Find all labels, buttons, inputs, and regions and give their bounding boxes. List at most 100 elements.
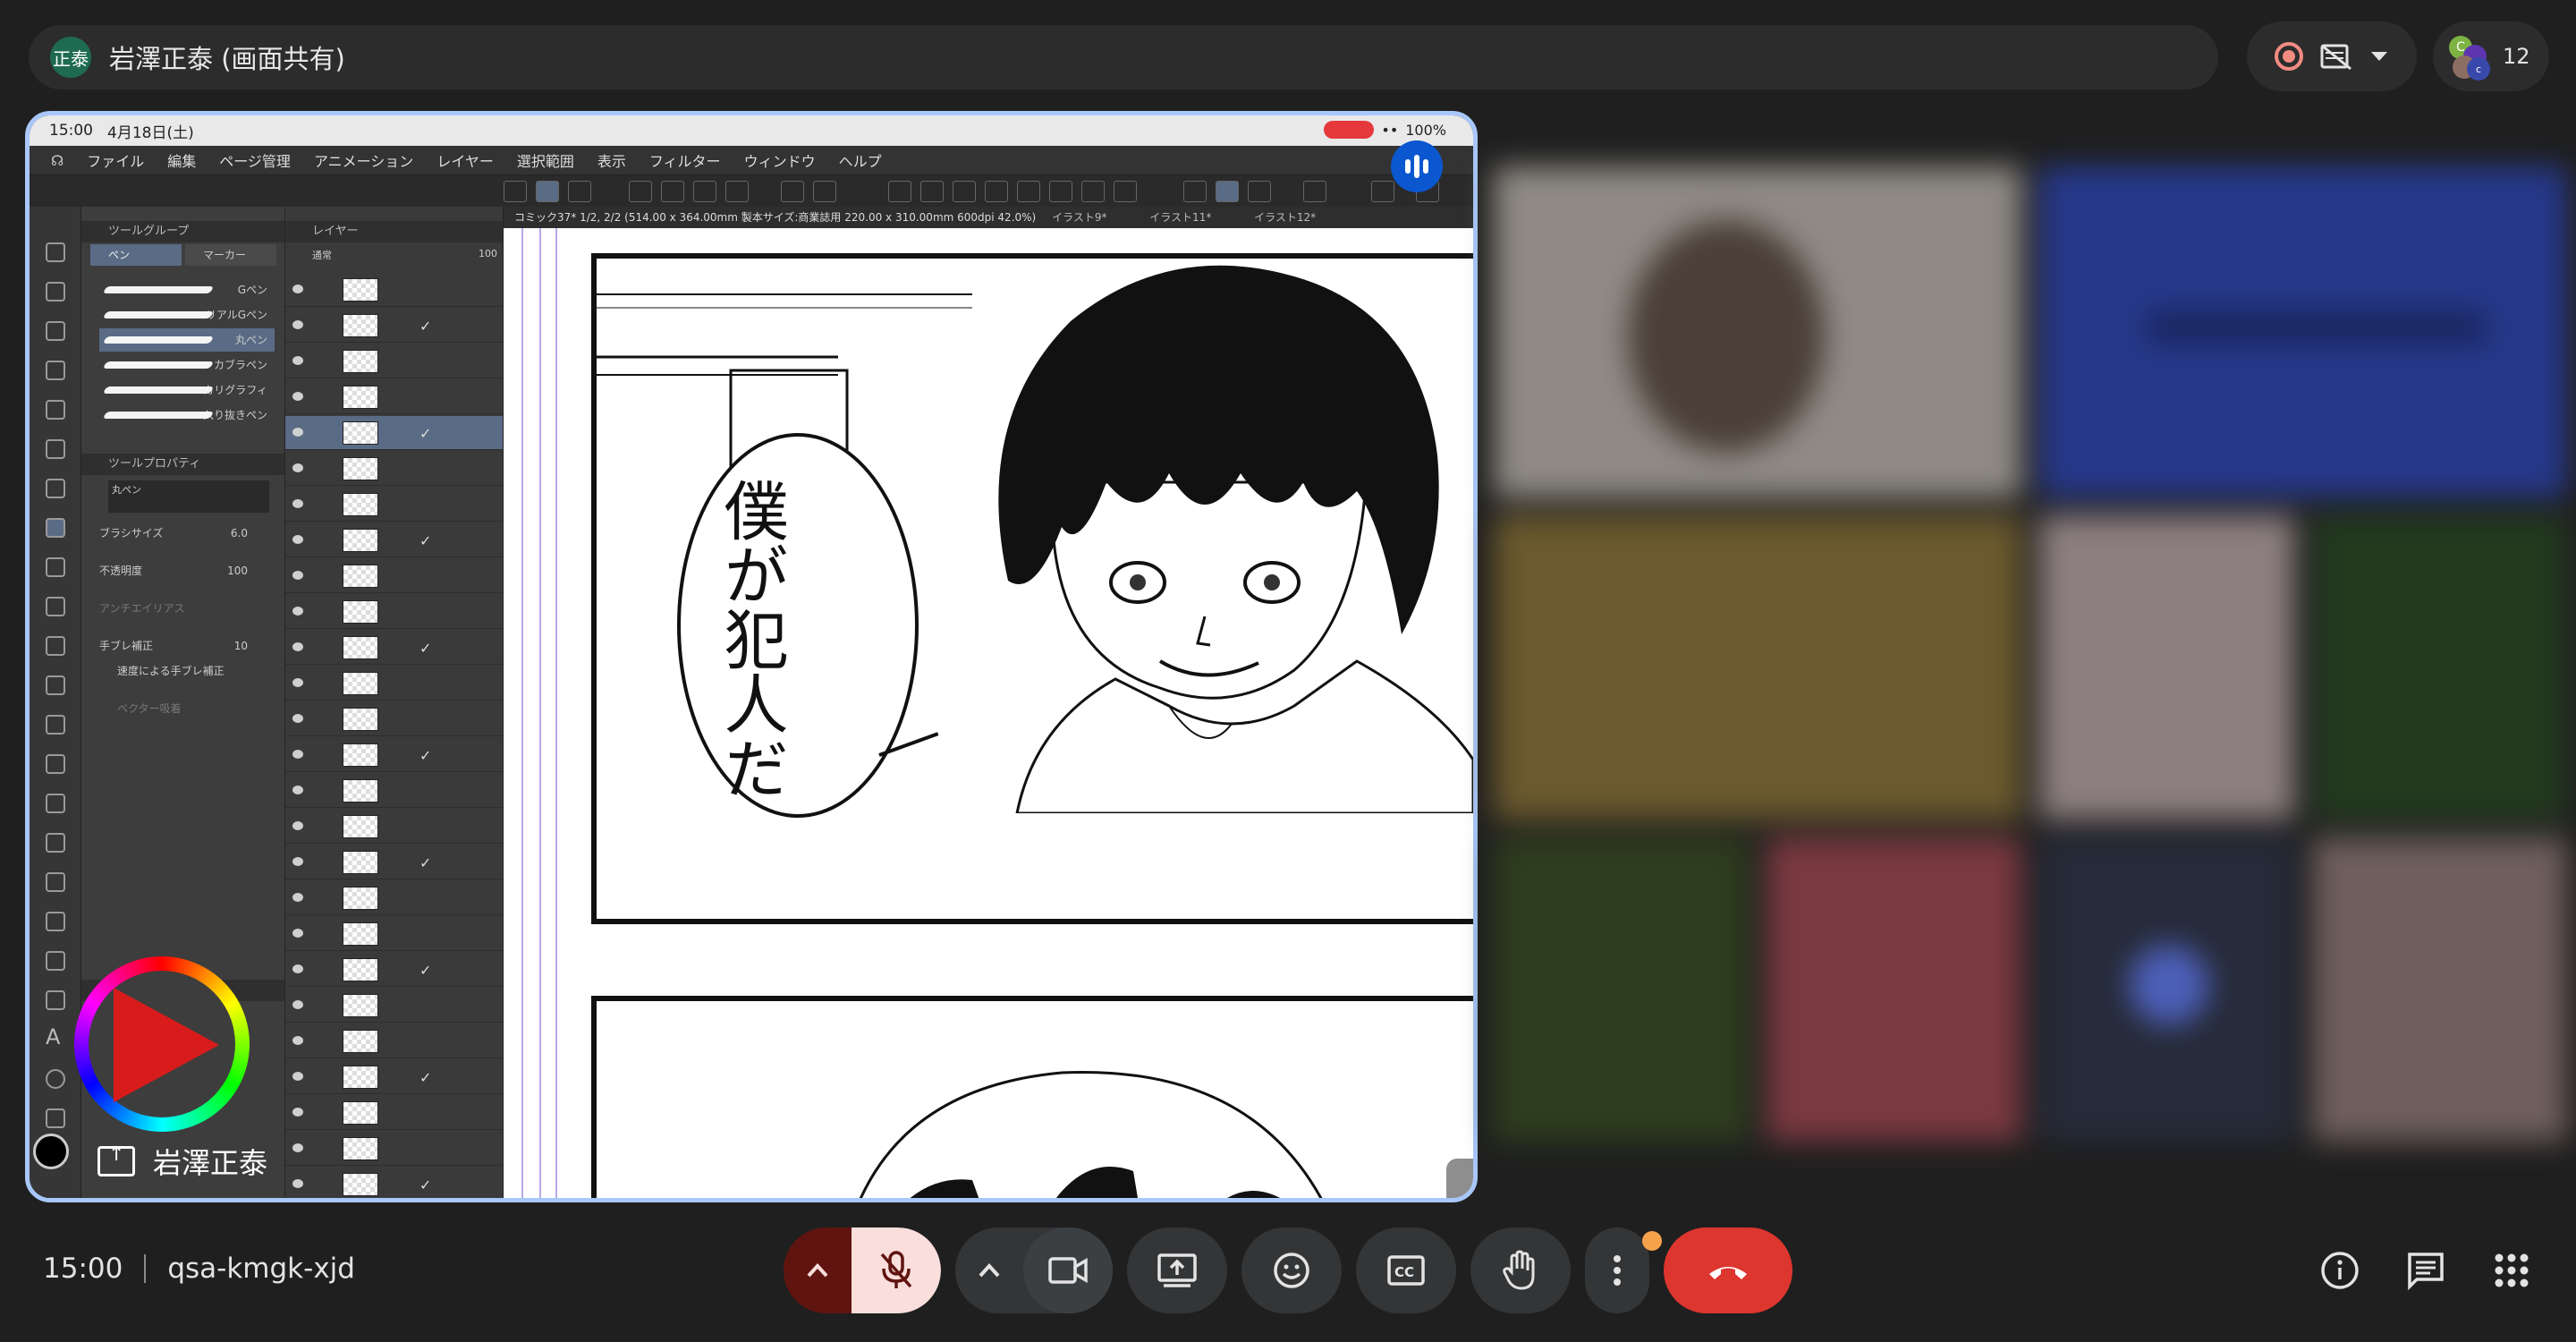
activities-button[interactable]	[2488, 1247, 2535, 1294]
layer-row[interactable]	[285, 1024, 503, 1058]
layer-row[interactable]	[285, 1096, 503, 1130]
main-color-swatch[interactable]	[33, 1134, 69, 1169]
layer-row[interactable]	[285, 452, 503, 486]
layer-row[interactable]	[285, 810, 503, 844]
prop-brush-size[interactable]: ブラシサイズ 6.0	[99, 522, 275, 545]
tab-marker[interactable]: マーカー	[185, 244, 276, 266]
prop-antialias[interactable]: アンチエイリアス	[99, 597, 275, 620]
participant-tile[interactable]	[2039, 515, 2294, 820]
doc-tab-active[interactable]: コミック37* 1/2, 2/2 (514.00 x 364.00mm 製本サイ…	[514, 211, 1036, 224]
layer-row[interactable]: ✓	[285, 416, 503, 450]
eye-icon[interactable]	[292, 893, 303, 902]
layer-row[interactable]	[285, 917, 503, 951]
brush-item[interactable]: カブラペン	[99, 353, 275, 377]
brush-item[interactable]: リアルGペン	[99, 303, 275, 327]
layer-row[interactable]: ✓	[285, 523, 503, 557]
participant-tile[interactable]	[2039, 166, 2567, 497]
eye-icon[interactable]	[292, 786, 303, 794]
layer-row[interactable]	[285, 488, 503, 522]
eye-icon[interactable]	[292, 535, 303, 544]
layer-row[interactable]: ✓	[285, 631, 503, 665]
eye-icon[interactable]	[292, 642, 303, 651]
participant-tile[interactable]	[2039, 837, 2294, 1142]
tab-pen[interactable]: ペン	[90, 244, 182, 266]
layer-row[interactable]: ✓	[285, 1060, 503, 1094]
participant-tile[interactable]	[2312, 837, 2567, 1142]
layer-row[interactable]: ✓	[285, 953, 503, 987]
manga-canvas[interactable]: 僕が犯人だ ‹	[504, 228, 1473, 1198]
chat-button[interactable]	[2402, 1247, 2449, 1294]
layer-row[interactable]	[285, 380, 503, 414]
eye-icon[interactable]	[292, 1000, 303, 1009]
record-icon[interactable]	[2274, 42, 2303, 71]
prop-vector-snap[interactable]: ベクター吸着	[99, 697, 275, 720]
more-options-button[interactable]	[1585, 1227, 1649, 1313]
brush-item-selected[interactable]: 丸ペン	[99, 328, 275, 352]
video-off-icon[interactable]	[2318, 40, 2354, 72]
present-button[interactable]	[1127, 1227, 1227, 1313]
eye-icon[interactable]	[292, 964, 303, 973]
eye-icon[interactable]	[292, 1143, 303, 1152]
eye-icon[interactable]	[292, 463, 303, 472]
eye-icon[interactable]	[292, 929, 303, 938]
layer-row[interactable]	[285, 774, 503, 808]
layer-row[interactable]	[285, 881, 503, 915]
layer-row[interactable]: ✓	[285, 1168, 503, 1198]
participant-tile[interactable]	[1494, 837, 1749, 1142]
layer-row[interactable]	[285, 344, 503, 378]
eye-icon[interactable]	[292, 714, 303, 723]
layer-row[interactable]	[285, 702, 503, 736]
eye-icon[interactable]	[292, 857, 303, 866]
raise-hand-button[interactable]	[1470, 1227, 1571, 1313]
eye-icon[interactable]	[292, 607, 303, 616]
eye-icon[interactable]	[292, 1072, 303, 1081]
prop-stabilization[interactable]: 手ブレ補正 10	[99, 634, 275, 658]
leave-call-button[interactable]	[1664, 1227, 1792, 1313]
layer-row[interactable]	[285, 667, 503, 701]
brush-item[interactable]: 入り抜きペン	[99, 403, 275, 427]
captions-button[interactable]: CC	[1356, 1227, 1456, 1313]
layer-row[interactable]	[285, 595, 503, 629]
eye-icon[interactable]	[292, 428, 303, 437]
prop-speed-stabilization[interactable]: 速度による手ブレ補正	[99, 659, 275, 683]
eye-icon[interactable]	[292, 499, 303, 508]
layer-row[interactable]	[285, 989, 503, 1023]
layer-opacity[interactable]: 100	[479, 248, 497, 259]
layer-row[interactable]	[285, 1132, 503, 1166]
meeting-details-button[interactable]	[2317, 1247, 2363, 1294]
eye-icon[interactable]	[292, 392, 303, 401]
layer-row[interactable]: ✓	[285, 309, 503, 343]
shared-screen[interactable]: 15:00 4月18日(土) •• 100% ☊ ファイル 編集 ページ管理 ア…	[25, 111, 1478, 1202]
eye-icon[interactable]	[292, 1108, 303, 1117]
eye-icon[interactable]	[292, 285, 303, 293]
color-triangle[interactable]	[114, 988, 219, 1102]
camera-toggle-button[interactable]	[1023, 1227, 1113, 1313]
emoji-reaction-button[interactable]	[1241, 1227, 1342, 1313]
participant-tile[interactable]	[1494, 515, 2021, 820]
eye-icon[interactable]	[292, 821, 303, 830]
brush-item[interactable]: Gペン	[99, 278, 275, 302]
layer-row[interactable]: ✓	[285, 738, 503, 772]
eye-icon[interactable]	[292, 678, 303, 687]
prop-opacity[interactable]: 不透明度 100	[99, 559, 275, 582]
recording-controls[interactable]	[2247, 21, 2417, 91]
doc-tab[interactable]: イラスト12*	[1254, 211, 1316, 224]
participant-tile[interactable]	[1494, 166, 2021, 497]
participants-button[interactable]: C c 12	[2433, 21, 2549, 91]
collapse-panel-handle[interactable]: ‹	[1446, 1159, 1473, 1198]
eye-icon[interactable]	[292, 571, 303, 580]
eye-icon[interactable]	[292, 750, 303, 759]
chevron-down-icon[interactable]	[2369, 50, 2389, 63]
participant-tile[interactable]	[1767, 837, 2021, 1142]
layer-row[interactable]	[285, 273, 503, 307]
layer-row[interactable]	[285, 559, 503, 593]
eye-icon[interactable]	[292, 320, 303, 329]
doc-tab[interactable]: イラスト11*	[1149, 211, 1211, 224]
mic-toggle-button[interactable]	[852, 1227, 941, 1313]
meet-presenting-icon[interactable]	[1391, 140, 1443, 192]
eye-icon[interactable]	[292, 1036, 303, 1045]
blend-mode[interactable]: 通常	[312, 248, 332, 262]
eye-icon[interactable]	[292, 1179, 303, 1188]
mic-options-button[interactable]	[784, 1227, 852, 1313]
layer-row[interactable]: ✓	[285, 845, 503, 879]
